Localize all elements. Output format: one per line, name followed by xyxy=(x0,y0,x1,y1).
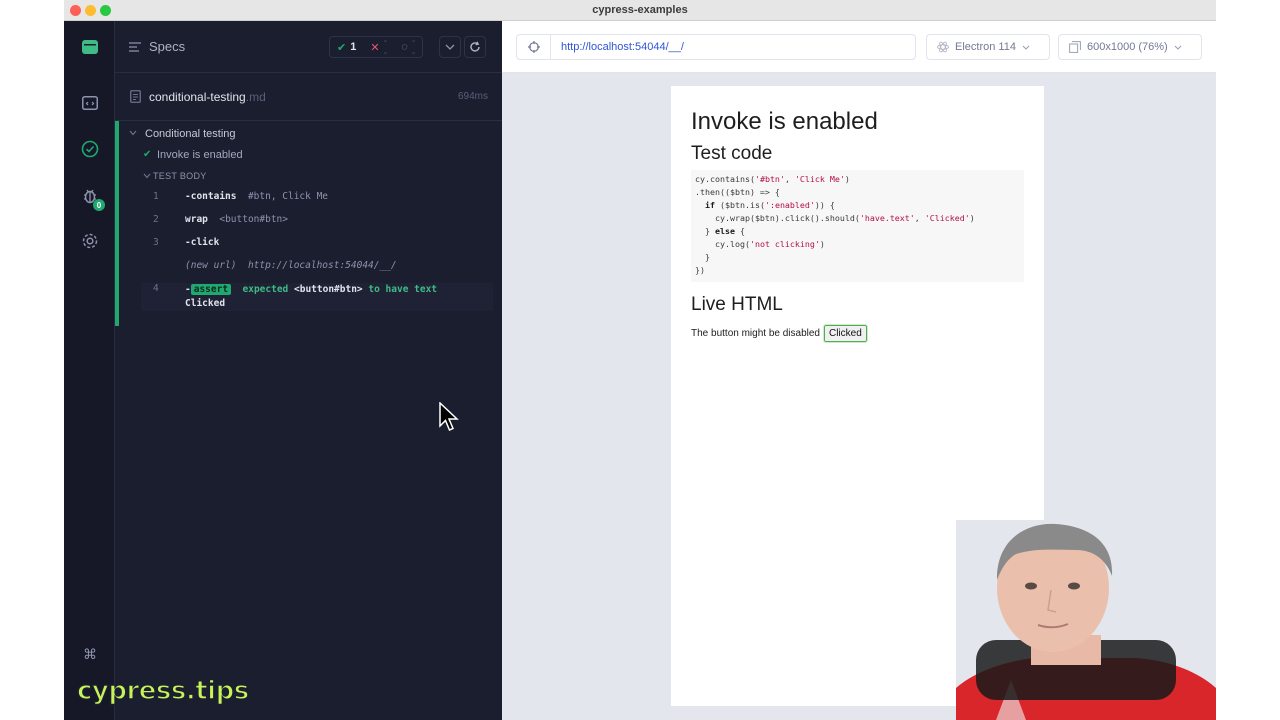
failed-count: -- xyxy=(383,35,388,59)
crosshair-icon[interactable] xyxy=(517,35,551,59)
command-message: <button#btn> xyxy=(219,214,288,225)
url-bar[interactable]: http://localhost:54044/__/ xyxy=(516,34,916,60)
passed-count: 1 xyxy=(350,41,357,53)
command-number: 4 xyxy=(153,283,159,294)
specs-link[interactable]: Specs xyxy=(129,39,185,54)
cypress-logo-icon[interactable] xyxy=(79,36,101,58)
aut-header: http://localhost:54044/__/ Electron 114 … xyxy=(502,21,1216,73)
watermark-text: cypress.tips xyxy=(76,675,250,707)
reporter-header: Specs ✔ 1 ✕ -- ◌ -- xyxy=(115,21,502,73)
assert-value: Clicked xyxy=(185,298,226,309)
command-name: -contains xyxy=(185,191,237,202)
mouse-cursor-icon xyxy=(439,401,459,437)
test-passed-icon: ✔ xyxy=(143,149,152,160)
viewport-selector[interactable]: 600x1000 (76%) xyxy=(1058,34,1202,60)
page-heading: Invoke is enabled xyxy=(691,108,878,135)
pending-icon: ◌ xyxy=(401,41,408,53)
test-title[interactable]: Invoke is enabled xyxy=(157,149,243,161)
live-html-content: The button might be disabled Clicked xyxy=(691,324,868,343)
assert-subject: <button#btn> xyxy=(294,284,363,295)
suite-title[interactable]: Conditional testing xyxy=(145,128,236,140)
command-name: wrap xyxy=(185,214,208,225)
live-html-heading: Live HTML xyxy=(691,294,783,315)
window-title: cypress-examples xyxy=(592,4,688,16)
code-line: .then(($btn) => { xyxy=(695,187,780,197)
assert-text: to have text xyxy=(368,284,438,295)
chevron-down-icon xyxy=(1174,45,1182,50)
reporter-panel: Specs ✔ 1 ✕ -- ◌ -- conditional-testing.… xyxy=(115,21,502,720)
failed-stat: ✕ -- xyxy=(363,35,394,59)
command-log: 1 -contains #btn, Click Me 2 wrap <butto… xyxy=(141,187,493,314)
spec-duration: 694ms xyxy=(457,91,488,102)
test-code-heading: Test code xyxy=(691,143,773,164)
chevron-down-icon[interactable] xyxy=(129,130,137,136)
command-number: 2 xyxy=(153,214,159,225)
assert-tag: assert xyxy=(190,284,232,295)
code-line: } xyxy=(695,252,710,262)
check-icon: ✔ xyxy=(337,41,347,54)
passed-stat: ✔ 1 xyxy=(330,41,363,54)
keyboard-shortcuts-icon[interactable]: ⌘ xyxy=(79,643,101,665)
runs-icon[interactable] xyxy=(79,138,101,160)
test-stats: ✔ 1 ✕ -- ◌ -- xyxy=(329,35,423,59)
command-message: http://localhost:54044/__/ xyxy=(247,260,397,271)
command-number: 3 xyxy=(153,237,159,248)
pending-stat: ◌ -- xyxy=(394,35,422,59)
command-message: #btn, Click Me xyxy=(247,191,329,202)
command-name: (new url) xyxy=(185,260,237,271)
spec-file-ext: .md xyxy=(245,90,266,104)
pending-count: -- xyxy=(411,35,416,59)
code-line: }) xyxy=(695,265,705,275)
suite-block: Conditional testing ✔ Invoke is enabled … xyxy=(115,121,502,326)
code-line: } else { xyxy=(695,226,745,236)
test-body-label: TEST BODY xyxy=(153,171,207,181)
webcam-overlay xyxy=(956,520,1216,720)
title-bar: cypress-examples xyxy=(64,0,1216,21)
command-row-assert[interactable]: 4 - assert expected <button#btn> to have … xyxy=(141,283,493,311)
file-icon xyxy=(130,90,141,103)
command-name: - xyxy=(185,284,191,295)
code-line: cy.log('not clicking') xyxy=(695,239,825,249)
command-name: -click xyxy=(185,237,220,248)
browser-label: Electron 114 xyxy=(955,41,1016,53)
refresh-icon[interactable] xyxy=(464,36,486,58)
electron-icon xyxy=(937,41,949,53)
viewport-label: 600x1000 (76%) xyxy=(1087,41,1168,53)
menu-lines-icon xyxy=(129,41,141,52)
spec-file-basename: conditional-testing xyxy=(149,90,246,104)
specs-list-icon[interactable] xyxy=(79,92,101,114)
command-number: 1 xyxy=(153,191,159,202)
chevron-down-icon xyxy=(1022,45,1030,50)
settings-icon[interactable] xyxy=(79,230,101,252)
code-line: if ($btn.is(':enabled')) { xyxy=(705,200,835,210)
browser-selector[interactable]: Electron 114 xyxy=(926,34,1050,60)
url-text[interactable]: http://localhost:54044/__/ xyxy=(561,41,684,53)
spec-file-name: conditional-testing.md xyxy=(149,90,266,104)
side-nav: 0 ⌘ xyxy=(64,21,115,720)
x-icon: ✕ xyxy=(370,41,380,54)
chevron-down-icon[interactable] xyxy=(439,36,461,58)
viewport-icon xyxy=(1069,41,1081,53)
live-html-text: The button might be disabled xyxy=(691,328,820,339)
code-line: cy.contains('#btn', 'Click Me') xyxy=(695,174,850,184)
chevron-down-icon[interactable] xyxy=(143,173,151,179)
code-line: cy.wrap($btn).click().should('have.text'… xyxy=(695,213,975,223)
spec-file-row[interactable]: conditional-testing.md 694ms xyxy=(115,73,502,121)
clicked-button[interactable]: Clicked xyxy=(822,324,868,343)
specs-label: Specs xyxy=(149,39,186,54)
assert-text: expected xyxy=(242,284,289,295)
code-block: cy.contains('#btn', 'Click Me') .then(($… xyxy=(691,170,1024,282)
debug-count-badge: 0 xyxy=(93,199,105,211)
watermark-logo: cypress.tips xyxy=(76,672,250,710)
